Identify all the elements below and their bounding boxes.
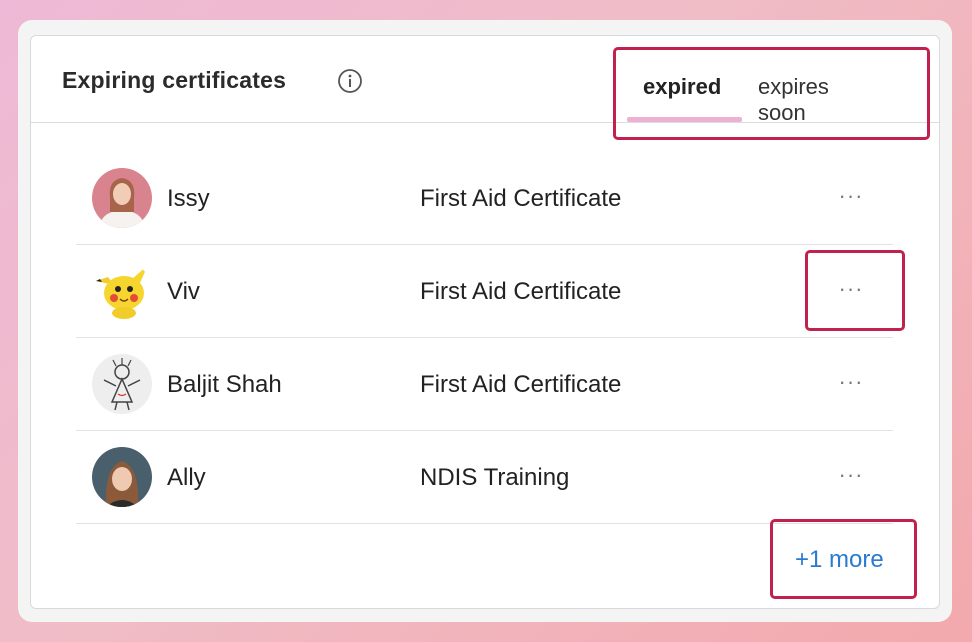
row-actions-menu-button[interactable]: ··· [836, 364, 866, 400]
card-header: Expiring certificates expired expires so… [31, 36, 939, 125]
table-row[interactable]: Baljit Shah First Aid Certificate ··· [76, 338, 893, 431]
person-name: Baljit Shah [167, 371, 282, 398]
row-actions-menu-button[interactable]: ··· [836, 457, 866, 493]
card-title: Expiring certificates [62, 67, 287, 93]
show-more-link[interactable]: +1 more [795, 546, 884, 574]
active-tab-indicator [627, 117, 742, 122]
avatar [92, 261, 152, 321]
row-actions-menu-button[interactable]: ··· [836, 178, 866, 214]
table-row[interactable]: Viv First Aid Certificate ··· [76, 245, 893, 338]
tab-expired[interactable]: expired [643, 74, 721, 110]
table-row[interactable]: Issy First Aid Certificate ··· [76, 152, 893, 245]
expiring-certificates-card: Expiring certificates expired expires so… [30, 35, 940, 609]
certificate-name: First Aid Certificate [420, 185, 622, 212]
avatar [92, 354, 152, 414]
avatar [92, 447, 152, 507]
row-actions-menu-button[interactable]: ··· [836, 271, 866, 307]
avatar [92, 168, 152, 228]
person-name: Ally [167, 464, 206, 491]
person-name: Issy [167, 185, 210, 212]
info-icon[interactable] [337, 68, 363, 94]
certificate-name: First Aid Certificate [420, 278, 622, 305]
certificate-name: First Aid Certificate [420, 371, 622, 398]
table-row[interactable]: Ally NDIS Training ··· [76, 431, 893, 524]
certificate-name: NDIS Training [420, 464, 570, 491]
person-name: Viv [167, 278, 200, 305]
tab-expires-soon[interactable]: expires soon [758, 74, 829, 136]
